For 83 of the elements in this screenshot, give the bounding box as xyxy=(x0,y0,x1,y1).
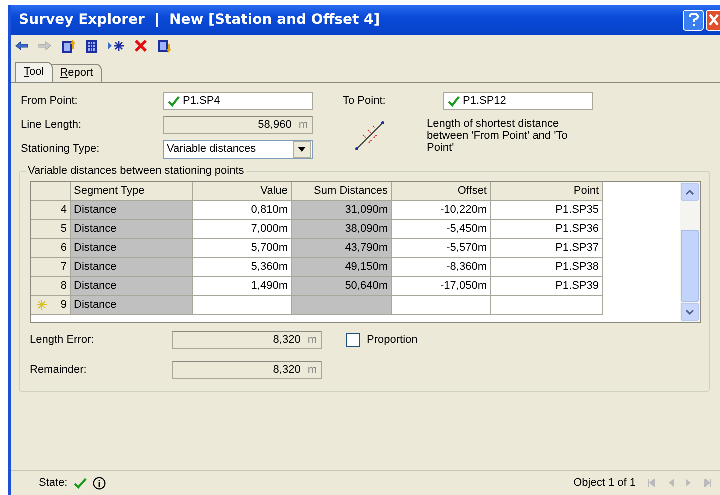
window-title: Survey Explorer | New [Station and Offset 4] xyxy=(19,12,380,28)
table-cell: P1.SP39 xyxy=(491,277,603,296)
table-cell: Distance xyxy=(71,220,193,239)
checkbox[interactable] xyxy=(346,333,360,347)
table-cell: -5,450m xyxy=(392,220,491,239)
table-cell: -17,050m xyxy=(392,277,491,296)
row-header[interactable]: 4 xyxy=(31,201,71,220)
scroll-up-button[interactable] xyxy=(681,183,699,201)
table-cell: Distance xyxy=(71,258,193,277)
field-label: Remainder: xyxy=(30,364,88,376)
table-cell: P1.SP37 xyxy=(491,239,603,258)
table-cell: 38,090m xyxy=(292,220,392,239)
row-header[interactable]: 8 xyxy=(31,277,71,296)
row-number: 8 xyxy=(60,280,67,292)
field-label: Stationing Type: xyxy=(21,143,101,155)
table-cell: 50,640m xyxy=(292,277,392,296)
table-cell: P1.SP35 xyxy=(491,201,603,220)
row-header[interactable]: 7 xyxy=(31,258,71,277)
delete-icon[interactable] xyxy=(134,39,148,53)
row-header[interactable]: 9 xyxy=(31,296,71,315)
calculator-icon[interactable] xyxy=(85,38,98,54)
help-button[interactable] xyxy=(683,10,704,30)
column-header[interactable]: Offset xyxy=(392,182,491,201)
readonly-field: 8,320 m xyxy=(172,361,322,379)
scrollbar[interactable] xyxy=(680,182,700,322)
table-cell: Distance xyxy=(71,296,193,315)
table-cell: P1.SP38 xyxy=(491,258,603,277)
row-number: 6 xyxy=(60,242,67,254)
table-cell: 49,150m xyxy=(292,258,392,277)
row-number: 4 xyxy=(60,204,67,216)
new-row-icon[interactable] xyxy=(107,40,125,52)
table-cell: 5,700m xyxy=(193,239,292,258)
table-cell: 43,790m xyxy=(292,239,392,258)
table-cell: Distance xyxy=(71,239,193,258)
table-cell: -10,220m xyxy=(392,201,491,220)
check-icon xyxy=(74,478,87,488)
input-field[interactable]: P1.SP12 xyxy=(443,92,593,110)
caret-icon xyxy=(298,146,306,152)
scroll-down-button[interactable] xyxy=(681,303,699,321)
row-number: 7 xyxy=(60,261,67,273)
dropdown[interactable]: Variable distances xyxy=(163,140,313,158)
checkbox-label: Proportion xyxy=(367,334,418,346)
table-cell: P1.SP36 xyxy=(491,220,603,239)
column-header[interactable]: Sum Distances xyxy=(292,182,392,201)
help-icon xyxy=(688,13,700,27)
back-arrow-icon[interactable] xyxy=(15,41,29,51)
field-label: From Point: xyxy=(21,95,79,107)
column-header[interactable]: Value xyxy=(193,182,292,201)
table-cell: Distance xyxy=(71,201,193,220)
tab[interactable]: Tool xyxy=(15,62,54,82)
header-cell xyxy=(31,182,71,201)
table-cell: -8,360m xyxy=(392,258,491,277)
input-field[interactable]: P1.SP4 xyxy=(163,92,313,110)
group-title: Variable distances between stationing points xyxy=(27,165,246,177)
chevron-down-icon xyxy=(686,310,694,314)
table-cell: 31,090m xyxy=(292,201,392,220)
field-label: Line Length: xyxy=(21,119,83,131)
field-label: Length Error: xyxy=(30,334,96,346)
table-cell: 1,490m xyxy=(193,277,292,296)
row-header[interactable]: 6 xyxy=(31,239,71,258)
state-label: State: xyxy=(39,477,68,489)
column-header[interactable]: Point xyxy=(491,182,603,201)
info-icon[interactable] xyxy=(92,476,106,490)
description-text: Length of shortest distance between 'From Point' and 'To Point' xyxy=(427,118,569,154)
row-number: 5 xyxy=(60,223,67,235)
field-label: To Point: xyxy=(343,95,387,107)
chevron-up-icon xyxy=(686,190,694,194)
row-number: 9 xyxy=(60,299,67,311)
record-counter: Object 1 of 1 xyxy=(574,477,636,489)
table-cell: 0,810m xyxy=(193,201,292,220)
tab[interactable]: Report xyxy=(51,64,102,82)
close-button[interactable] xyxy=(706,10,720,30)
column-header[interactable]: Segment Type xyxy=(71,182,193,201)
readonly-field: 58,960 m xyxy=(163,116,313,134)
table-cell: 5,360m xyxy=(193,258,292,277)
table-cell: -5,570m xyxy=(392,239,491,258)
line-offset-icon xyxy=(355,121,385,151)
readonly-field: 8,320 m xyxy=(172,331,322,349)
table-cell: 7,000m xyxy=(193,220,292,239)
scroll-thumb[interactable] xyxy=(681,230,699,302)
table-cell: Distance xyxy=(71,277,193,296)
row-header[interactable]: 5 xyxy=(31,220,71,239)
close-icon xyxy=(708,14,718,26)
